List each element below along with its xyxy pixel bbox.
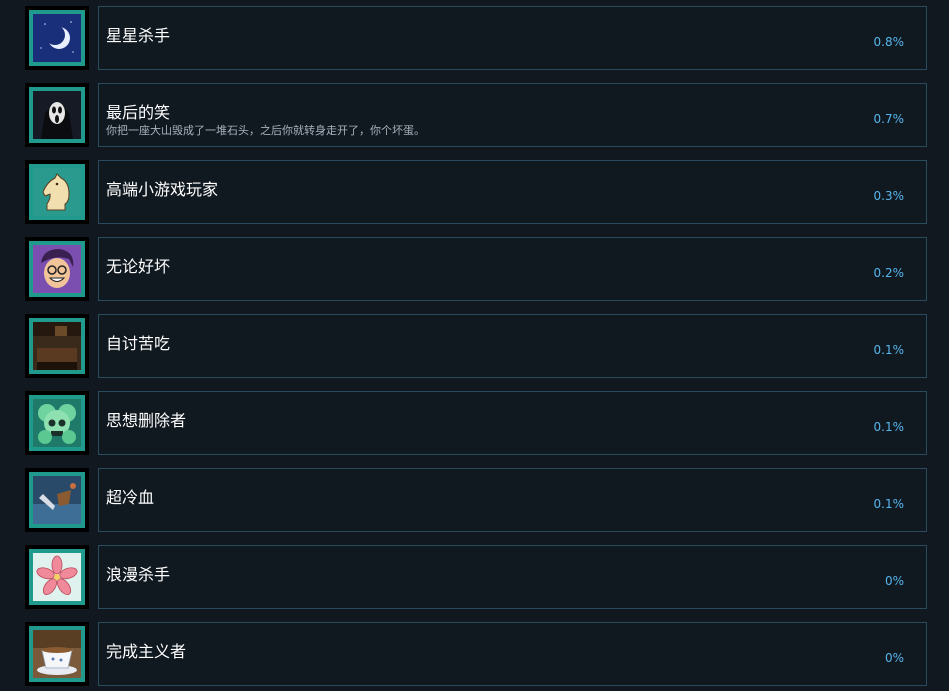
- smiling-face-icon: [33, 245, 81, 293]
- unlock-percent: 0.1%: [873, 343, 905, 357]
- achievement-card: 思想删除者 0.1%: [98, 391, 927, 455]
- achievement-title: 无论好坏: [106, 257, 171, 276]
- achievement-row[interactable]: 浪漫杀手 0%: [0, 545, 949, 609]
- crescent-moon-icon: [33, 14, 81, 62]
- achievement-title: 星星杀手: [106, 26, 171, 45]
- unlock-percent: 0.8%: [873, 35, 905, 49]
- achievement-row[interactable]: 高端小游戏玩家 0.3%: [0, 160, 949, 224]
- achievement-row[interactable]: 超冷血 0.1%: [0, 468, 949, 532]
- unlock-percent: 0.7%: [873, 112, 905, 126]
- unlock-percent: 0.1%: [873, 420, 905, 434]
- green-skull-icon: [33, 399, 81, 447]
- achievement-row[interactable]: 无论好坏 0.2%: [0, 237, 949, 301]
- teacup-icon: [33, 630, 81, 678]
- achievement-card: 最后的笑 你把一座大山毁成了一堆石头，之后你就转身走开了，你个坏蛋。 0.7%: [98, 83, 927, 147]
- flower-icon: [33, 553, 81, 601]
- achievement-title: 思想删除者: [106, 411, 187, 430]
- achievement-row[interactable]: 思想删除者 0.1%: [0, 391, 949, 455]
- achievement-title: 超冷血: [106, 488, 155, 507]
- achievement-card: 自讨苦吃 0.1%: [98, 314, 927, 378]
- achievement-title: 高端小游戏玩家: [106, 180, 219, 199]
- achievement-icon-frame: [25, 160, 89, 224]
- ghost-mask-icon: [33, 91, 81, 139]
- unlock-percent: 0%: [884, 574, 904, 588]
- achievement-icon-frame: [25, 545, 89, 609]
- achievement-description: 你把一座大山毁成了一堆石头，之后你就转身走开了，你个坏蛋。: [106, 124, 425, 137]
- achievement-icon-frame: [25, 83, 89, 147]
- achievement-icon-frame: [25, 6, 89, 70]
- achievement-card: 星星杀手 0.8%: [98, 6, 927, 70]
- achievement-row[interactable]: 自讨苦吃 0.1%: [0, 314, 949, 378]
- achievement-title: 浪漫杀手: [106, 565, 171, 584]
- unlock-percent: 0.2%: [873, 266, 905, 280]
- achievement-row[interactable]: 最后的笑 你把一座大山毁成了一堆石头，之后你就转身走开了，你个坏蛋。 0.7%: [0, 83, 949, 147]
- achievement-list: 星星杀手 0.8% 最后的笑 你把一座大山毁成了一堆石头，之后你就转身走开了，你…: [0, 0, 949, 691]
- achievement-card: 浪漫杀手 0%: [98, 545, 927, 609]
- achievement-title: 自讨苦吃: [106, 334, 171, 353]
- unlock-percent: 0.3%: [873, 189, 905, 203]
- achievement-title: 完成主义者: [106, 642, 187, 661]
- achievement-icon-frame: [25, 314, 89, 378]
- achievement-card: 无论好坏 0.2%: [98, 237, 927, 301]
- achievement-icon-frame: [25, 391, 89, 455]
- achievement-row[interactable]: 完成主义者 0%: [0, 622, 949, 686]
- achievement-icon-frame: [25, 622, 89, 686]
- achievement-title: 最后的笑: [106, 103, 171, 122]
- achievement-icon-frame: [25, 468, 89, 532]
- chess-knight-icon: [33, 168, 81, 216]
- achievement-icon-frame: [25, 237, 89, 301]
- achievement-card: 完成主义者 0%: [98, 622, 927, 686]
- unlock-percent: 0%: [884, 651, 904, 665]
- achievement-row[interactable]: 星星杀手 0.8%: [0, 6, 949, 70]
- achievement-card: 高端小游戏玩家 0.3%: [98, 160, 927, 224]
- dark-room-icon: [33, 322, 81, 370]
- achievement-card: 超冷血 0.1%: [98, 468, 927, 532]
- unlock-percent: 0.1%: [873, 497, 905, 511]
- sinking-ship-icon: [33, 476, 81, 524]
